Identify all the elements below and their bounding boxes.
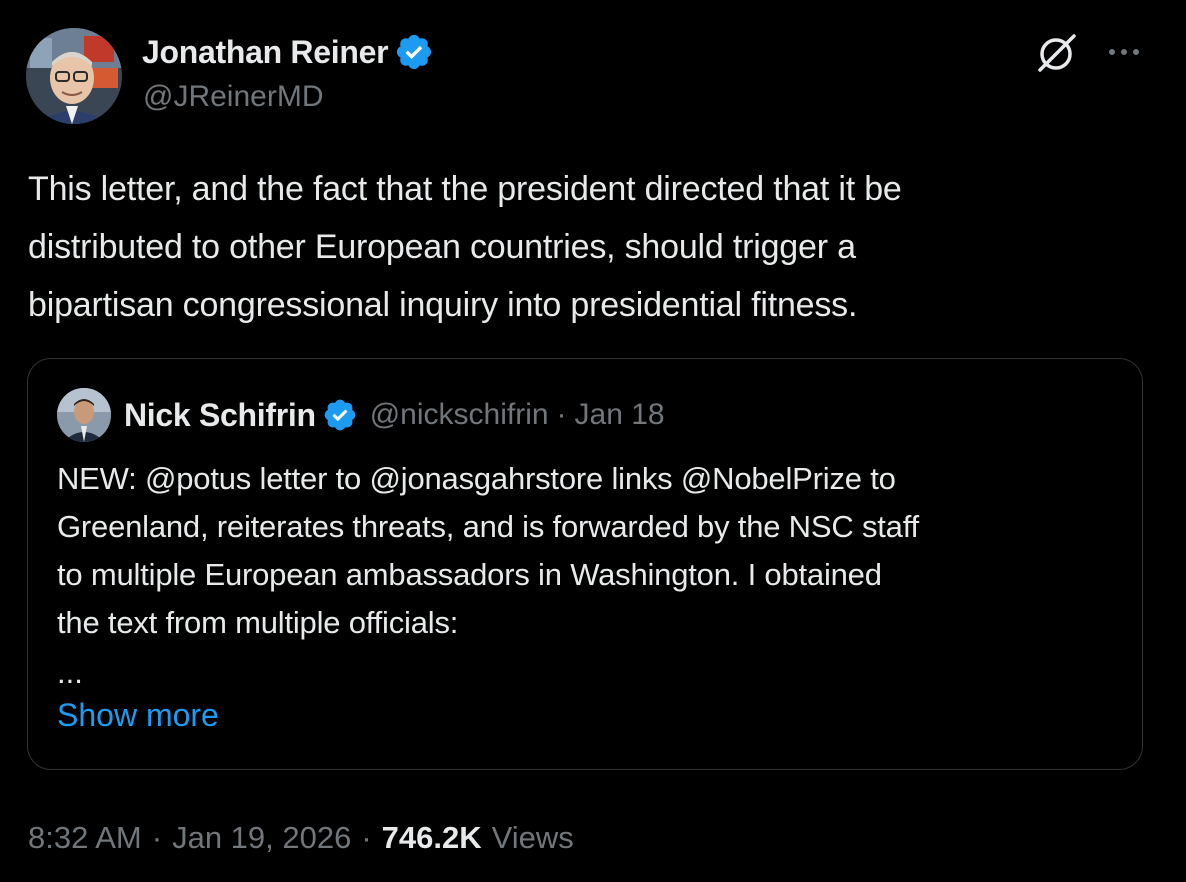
author-display-name[interactable]: Jonathan Reiner bbox=[142, 34, 389, 71]
quoted-date[interactable]: Jan 18 bbox=[575, 398, 665, 432]
tweet: Jonathan Reiner @JReinerMD This letter, … bbox=[0, 0, 1186, 882]
views-count[interactable]: 746.2K bbox=[382, 820, 482, 856]
quoted-separator: · bbox=[556, 398, 567, 431]
grok-icon[interactable] bbox=[1034, 30, 1080, 76]
quoted-handle[interactable]: @nickschifrin bbox=[370, 398, 549, 432]
author-handle[interactable]: @JReinerMD bbox=[143, 80, 323, 114]
tweet-time[interactable]: 8:32 AM bbox=[28, 820, 142, 856]
meta-separator: · bbox=[361, 820, 372, 855]
quoted-text-line: NEW: @potus letter to @jonasgahrstore li… bbox=[57, 461, 896, 496]
quoted-text: NEW: @potus letter to @jonasgahrstore li… bbox=[57, 455, 1127, 647]
author-name-row: Jonathan Reiner bbox=[142, 30, 434, 74]
verified-badge-icon bbox=[324, 399, 356, 431]
tweet-text-line: distributed to other European countries,… bbox=[28, 228, 856, 266]
quoted-ellipsis: ... bbox=[57, 655, 83, 690]
verified-badge-icon bbox=[397, 34, 432, 70]
tweet-text-line: This letter, and the fact that the presi… bbox=[28, 170, 902, 208]
quoted-header: Nick Schifrin @nickschifrin · Jan 18 bbox=[124, 395, 665, 435]
quoted-display-name[interactable]: Nick Schifrin bbox=[124, 397, 316, 434]
tweet-meta: 8:32 AM · Jan 19, 2026 · 746.2K Views bbox=[28, 816, 574, 860]
meta-separator: · bbox=[151, 820, 163, 855]
tweet-text-line: bipartisan congressional inquiry into pr… bbox=[28, 286, 858, 324]
author-avatar[interactable] bbox=[26, 28, 122, 124]
tweet-date[interactable]: Jan 19, 2026 bbox=[172, 820, 351, 856]
quoted-tweet[interactable]: Nick Schifrin @nickschifrin · Jan 18 NEW… bbox=[27, 358, 1143, 770]
quoted-text-line: to multiple European ambassadors in Wash… bbox=[57, 557, 882, 592]
quoted-text-line: Greenland, reiterates threats, and is fo… bbox=[57, 509, 919, 544]
show-more-link[interactable]: Show more bbox=[57, 697, 219, 734]
views-label: Views bbox=[491, 820, 574, 855]
tweet-text: This letter, and the fact that the presi… bbox=[28, 160, 1158, 334]
quoted-text-line: the text from multiple officials: bbox=[57, 605, 459, 640]
quoted-author-avatar[interactable] bbox=[57, 388, 111, 442]
more-options-icon[interactable] bbox=[1104, 42, 1144, 62]
